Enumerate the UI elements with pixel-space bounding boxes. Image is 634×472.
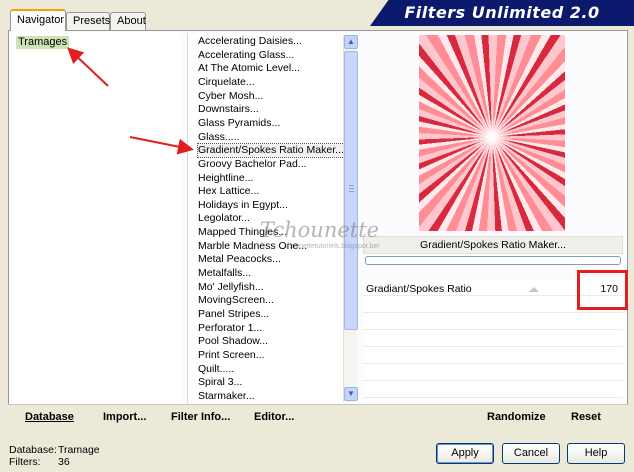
- filter-list-item[interactable]: Metalfalls...: [198, 267, 251, 280]
- tab-about[interactable]: About: [110, 12, 146, 30]
- tab-presets[interactable]: Presets: [66, 12, 110, 30]
- filter-list-item[interactable]: Downstairs...: [198, 103, 259, 116]
- app-banner: Filters Unlimited 2.0: [370, 0, 634, 26]
- param-slider-thumb[interactable]: [529, 287, 539, 292]
- status-filters-value: 36: [58, 456, 70, 468]
- progress-bar: [365, 256, 621, 265]
- category-list[interactable]: Tramages: [12, 33, 182, 403]
- filter-list-item[interactable]: Quilt.....: [198, 363, 234, 376]
- filter-list-item[interactable]: Heightline...: [198, 172, 253, 185]
- filter-list-item[interactable]: Cyber Mosh...: [198, 90, 263, 103]
- preview-image: [419, 35, 565, 231]
- status-database-value: Tramage: [58, 444, 100, 456]
- editor-button[interactable]: Editor...: [254, 408, 294, 426]
- help-button[interactable]: Help: [567, 443, 625, 464]
- filter-list-item[interactable]: Legolator...: [198, 212, 250, 225]
- filter-list-item[interactable]: Print Screen...: [198, 349, 265, 362]
- filter-list-item[interactable]: At The Atomic Level...: [198, 62, 300, 75]
- param-row-empty: [363, 314, 623, 330]
- filter-list-item[interactable]: Starmaker...: [198, 390, 255, 403]
- filter-list-item[interactable]: Gradient/Spokes Ratio Maker...: [197, 143, 349, 159]
- filter-list-item[interactable]: Accelerating Daisies...: [198, 35, 302, 48]
- filter-list-item[interactable]: Spiral 3...: [198, 376, 242, 389]
- watermark-url: chounettetutoriels.blogspot.be/: [284, 243, 380, 250]
- filter-list-item[interactable]: Accelerating Glass...: [198, 49, 294, 62]
- scroll-down-icon[interactable]: ▼: [344, 387, 358, 401]
- filter-list-item[interactable]: Groovy Bachelor Pad...: [198, 158, 307, 171]
- filter-list-item[interactable]: Pool Shadow...: [198, 335, 268, 348]
- param-label: Gradiant/Spokes Ratio: [366, 283, 472, 295]
- filter-list-item[interactable]: Mo' Jellyfish...: [198, 281, 264, 294]
- category-item-tramages[interactable]: Tramages: [16, 36, 70, 49]
- param-row-empty: [363, 331, 623, 347]
- preview-area: [363, 33, 623, 233]
- filter-list-item[interactable]: Glass.....: [198, 131, 239, 144]
- filter-list-item[interactable]: Cirquelate...: [198, 76, 255, 89]
- filter-list-item[interactable]: Holidays in Egypt...: [198, 199, 288, 212]
- param-row-empty: [363, 382, 623, 398]
- status-database-label: Database:: [9, 444, 57, 456]
- scroll-up-icon[interactable]: ▲: [344, 35, 358, 49]
- filter-list-item[interactable]: Perforator 1...: [198, 322, 262, 335]
- filter-list-item[interactable]: MovingScreen...: [198, 294, 274, 307]
- cancel-button[interactable]: Cancel: [502, 443, 560, 464]
- param-row-empty: [363, 348, 623, 364]
- reset-button[interactable]: Reset: [571, 408, 601, 426]
- scroll-thumb[interactable]: [344, 51, 358, 330]
- filter-list-item[interactable]: Glass Pyramids...: [198, 117, 280, 130]
- filter-list-item[interactable]: Metal Peacocks...: [198, 253, 281, 266]
- apply-button[interactable]: Apply: [436, 443, 494, 464]
- randomize-button[interactable]: Randomize: [487, 408, 546, 426]
- filter-list-item[interactable]: Hex Lattice...: [198, 185, 259, 198]
- param-row-empty: [363, 365, 623, 381]
- filter-list-item[interactable]: Panel Stripes...: [198, 308, 269, 321]
- database-button[interactable]: Database: [25, 408, 74, 426]
- filter-title: Gradient/Spokes Ratio Maker...: [363, 236, 623, 254]
- import-button[interactable]: Import...: [103, 408, 146, 426]
- watermark-text: Tchounette: [260, 218, 380, 242]
- annotation-highlight-box: [577, 270, 628, 310]
- filter-info-button[interactable]: Filter Info...: [171, 408, 230, 426]
- tab-navigator[interactable]: Navigator: [10, 9, 66, 31]
- status-filters-label: Filters:: [9, 456, 41, 468]
